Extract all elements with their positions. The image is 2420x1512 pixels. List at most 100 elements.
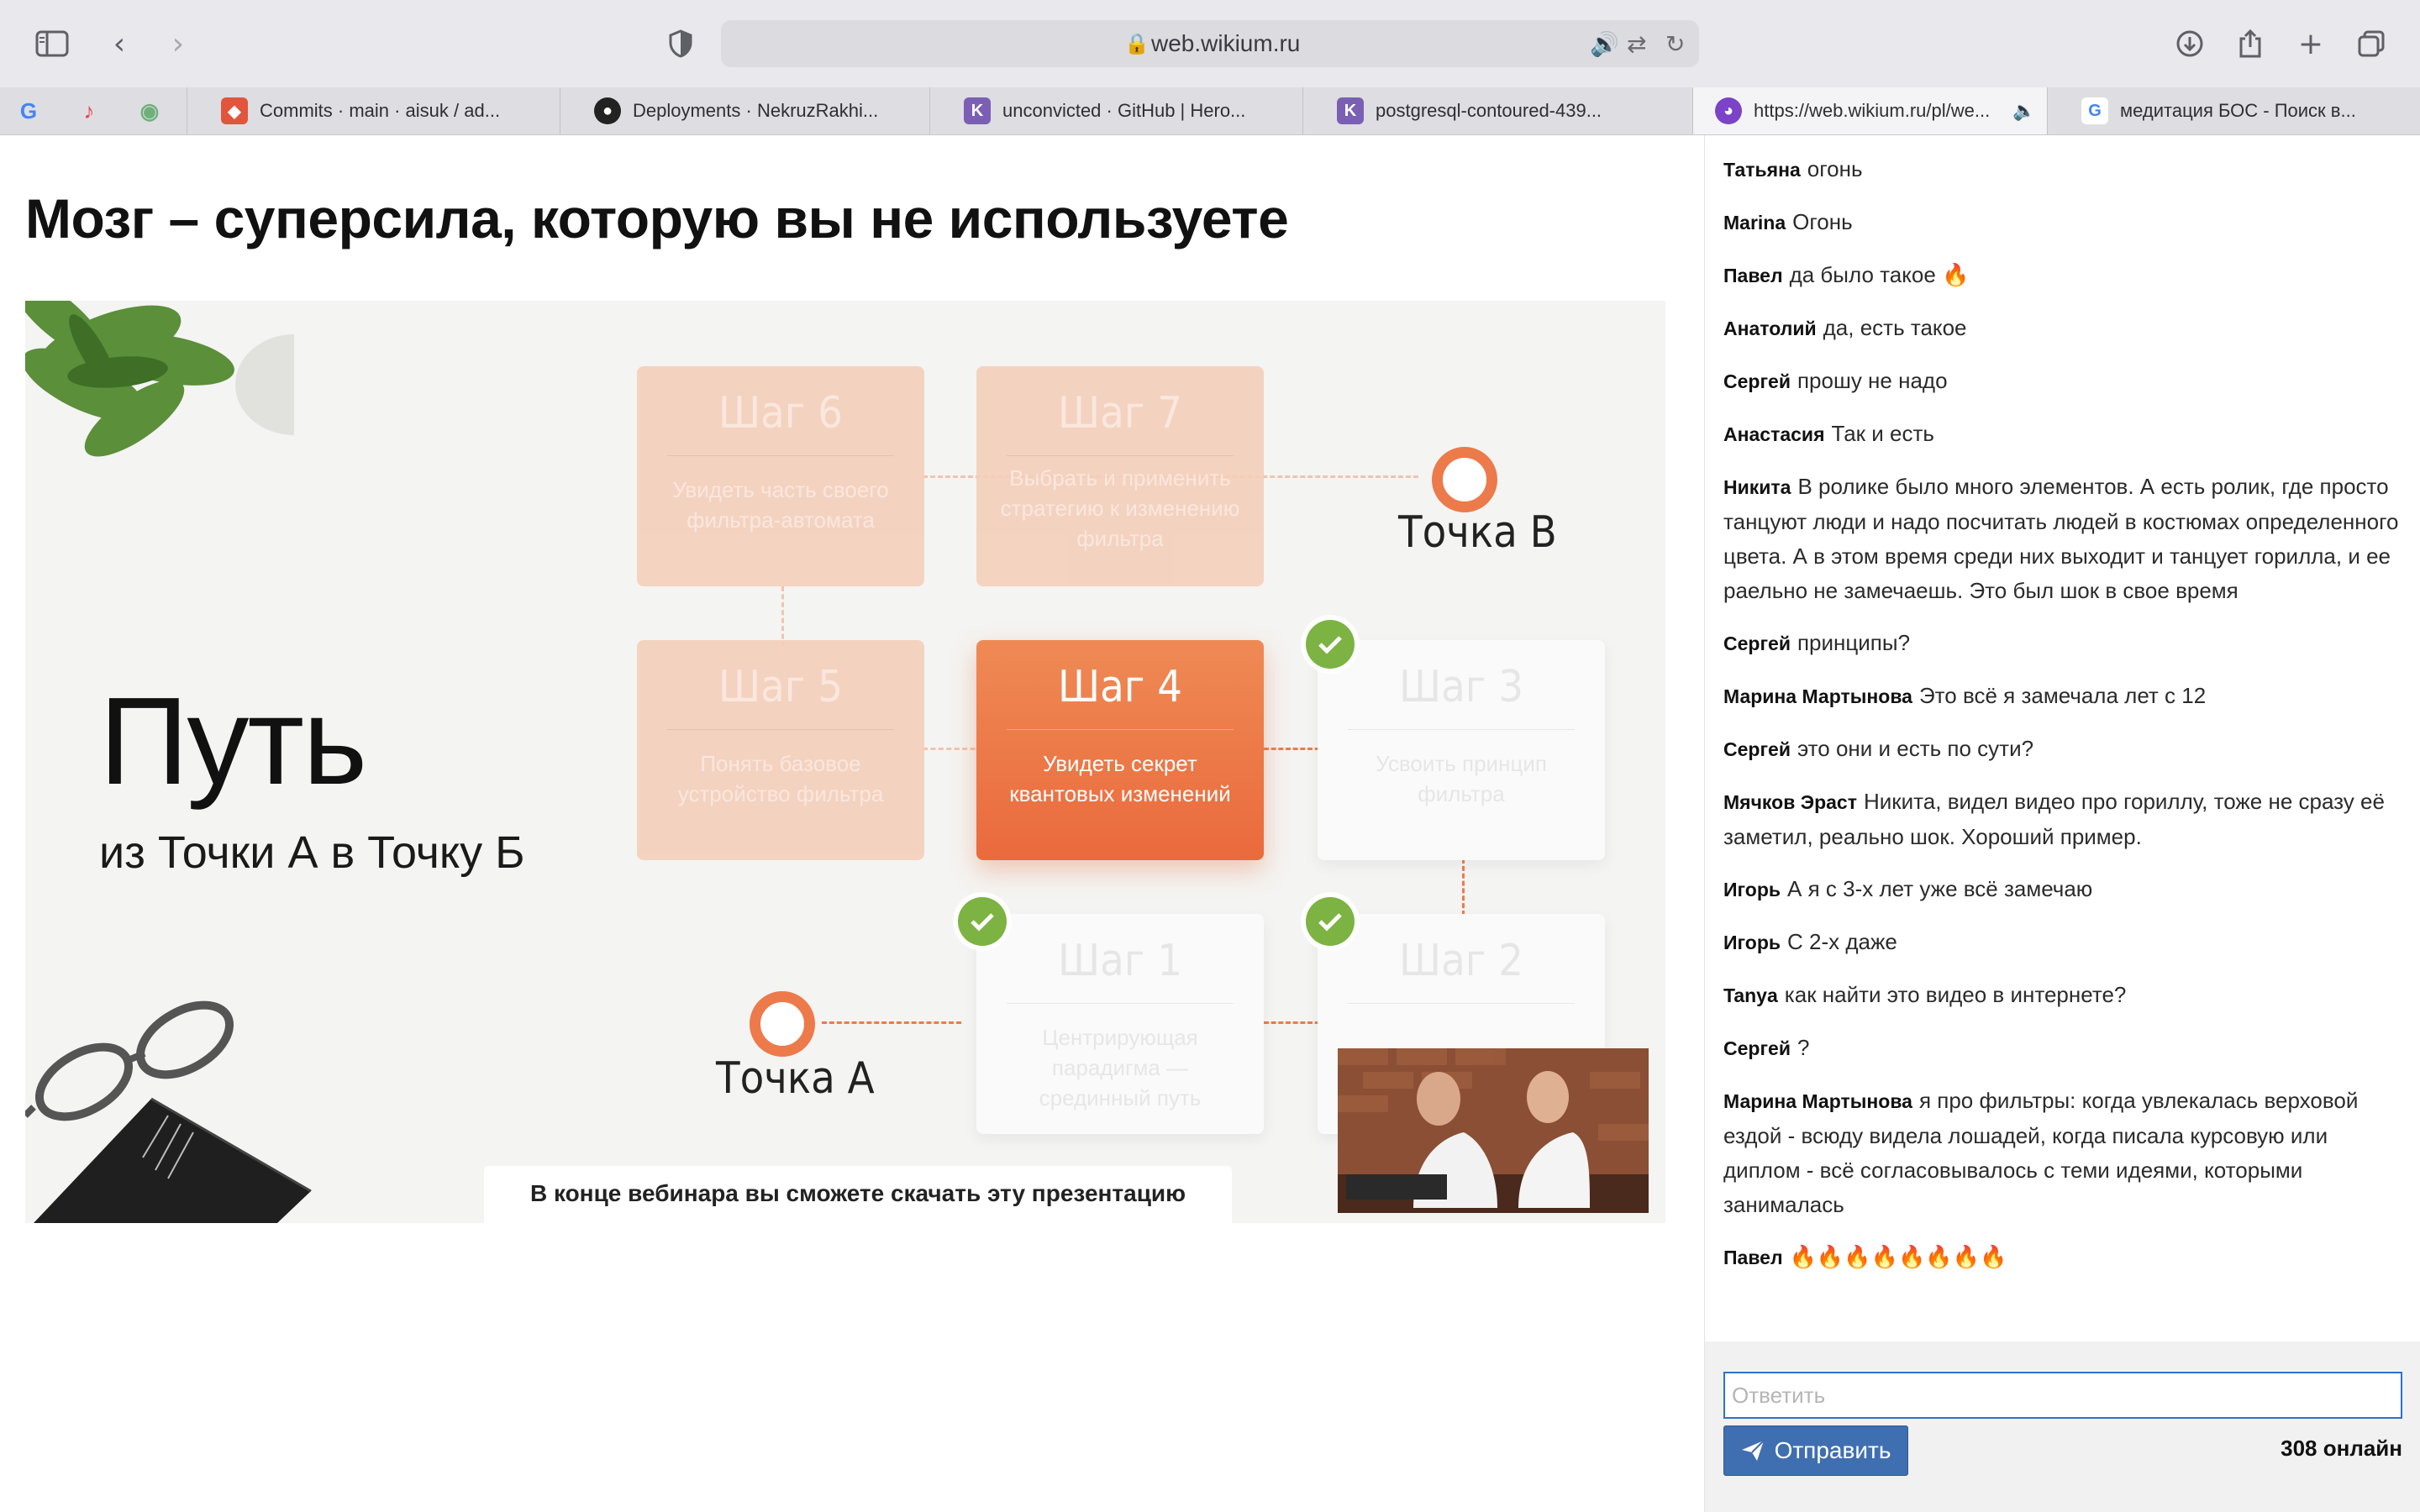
tab-heroku-postgresql[interactable]: K postgresql-contoured-439... bbox=[1302, 87, 1676, 134]
step-title: Шаг 2 bbox=[1348, 936, 1575, 1004]
tab-bar: G ♪ ◉ ◆ Commits · main · aisuk / ad... ●… bbox=[0, 87, 2420, 135]
send-icon bbox=[1741, 1440, 1765, 1461]
connector-line bbox=[1462, 858, 1465, 916]
chat-message: Анатолий да, есть такое bbox=[1723, 311, 2402, 346]
message-text: Огонь bbox=[1792, 209, 1853, 234]
check-icon bbox=[958, 897, 1007, 946]
step-card-3: Шаг 3 Усвоить принцип фильтра bbox=[1318, 640, 1605, 860]
sidebar-toggle-icon[interactable] bbox=[30, 22, 74, 66]
chat-panel: Татьяна огонь Marina Огонь Павел да было та… bbox=[1704, 135, 2420, 1512]
message-author: Марина Мартынова bbox=[1723, 1090, 1912, 1112]
chat-message: Анастасия Так и есть bbox=[1723, 417, 2402, 452]
pinned-tab-google[interactable]: G bbox=[12, 94, 45, 128]
tab-title: медитация БОС - Поиск в... bbox=[2120, 100, 2356, 121]
heroku-icon: K bbox=[964, 97, 991, 124]
step-card-7: Шаг 7 Выбрать и применить стратегию к из… bbox=[976, 366, 1264, 586]
chat-message: Сергей? bbox=[1723, 1031, 2402, 1066]
chat-message: Павел 🔥🔥🔥🔥🔥🔥🔥🔥 bbox=[1723, 1240, 2402, 1275]
downloads-icon[interactable] bbox=[2168, 22, 2212, 66]
wikium-icon: ◕ bbox=[1715, 97, 1742, 124]
tab-wikium-active[interactable]: ◕ https://web.wikium.ru/pl/we... 🔈 bbox=[1692, 87, 2047, 134]
message-author: Сергей bbox=[1723, 370, 1791, 392]
privacy-shield-icon[interactable] bbox=[659, 22, 702, 66]
point-b-label: Точка В bbox=[1398, 507, 1557, 558]
send-button[interactable]: Отправить bbox=[1723, 1425, 1908, 1476]
message-author: Павел bbox=[1723, 1247, 1783, 1268]
tiktok-icon: ♪ bbox=[83, 97, 95, 123]
point-b-marker bbox=[1432, 447, 1497, 512]
connector-line bbox=[923, 748, 983, 750]
tab-github-deployments[interactable]: ● Deployments · NekruzRakhi... bbox=[560, 87, 929, 134]
tab-title: Commits · main · aisuk / ad... bbox=[260, 100, 501, 121]
message-text: как найти это видео в интернете? bbox=[1784, 982, 2127, 1007]
presenter-video[interactable] bbox=[1338, 1048, 1649, 1213]
new-tab-icon[interactable]: + bbox=[2289, 22, 2333, 66]
message-text: В ролике было много элементов. А есть ро… bbox=[1723, 474, 2399, 603]
tab-gitlab-commits[interactable]: ◆ Commits · main · aisuk / ad... bbox=[187, 87, 560, 134]
message-author: Tanya bbox=[1723, 984, 1778, 1006]
step-title: Шаг 4 bbox=[1007, 662, 1234, 730]
chat-message: Мячков Эраст Никита, видел видео про гори… bbox=[1723, 785, 2402, 854]
tab-title: https://web.wikium.ru/pl/we... bbox=[1754, 100, 1991, 121]
message-author: Татьяна bbox=[1723, 159, 1801, 181]
chat-message: Сергей принципы? bbox=[1723, 626, 2402, 661]
connector-line bbox=[822, 1021, 961, 1024]
message-author: Анастасия bbox=[1723, 423, 1825, 445]
chat-message: Никита В ролике было много элементов. А е… bbox=[1723, 470, 2402, 608]
message-text: да, есть такое bbox=[1823, 315, 1967, 340]
app-icon: ◉ bbox=[139, 97, 160, 123]
google-icon: G bbox=[2081, 97, 2108, 124]
tab-heroku-unconvicted[interactable]: K unconvicted · GitHub | Hero... bbox=[929, 87, 1302, 134]
audio-playing-icon[interactable]: 🔊 bbox=[1590, 30, 1619, 58]
check-icon bbox=[1306, 620, 1355, 669]
step-card-4: Шаг 4 Увидеть секрет квантовых изменений bbox=[976, 640, 1264, 860]
chat-message: Татьяна огонь bbox=[1723, 152, 2402, 187]
chat-message: Сергей это они и есть по сути? bbox=[1723, 732, 2402, 767]
message-text: С 2-х даже bbox=[1787, 929, 1897, 954]
lock-icon: 🔒 bbox=[1124, 32, 1150, 55]
address-bar[interactable]: 🔒 web.wikium.ru 🔊 ⇄ ↻ bbox=[721, 20, 1699, 67]
slide-heading: Путь bbox=[99, 672, 367, 811]
gitlab-icon: ◆ bbox=[221, 97, 248, 124]
message-text: Так и есть bbox=[1831, 421, 1934, 446]
plant-decoration bbox=[25, 301, 294, 457]
tab-title: unconvicted · GitHub | Hero... bbox=[1002, 100, 1246, 121]
chat-message: Игорь А я с 3-х лет уже всё замечаю bbox=[1723, 872, 2402, 907]
message-text: ? bbox=[1797, 1035, 1810, 1060]
tab-audio-icon[interactable]: 🔈 bbox=[2012, 101, 2035, 122]
slide-download-note: В конце вебинара вы сможете скачать эту … bbox=[484, 1166, 1232, 1223]
pinned-tab-tiktok[interactable]: ♪ bbox=[72, 94, 106, 128]
step-title: Шаг 5 bbox=[667, 662, 894, 730]
point-a-marker bbox=[750, 991, 815, 1057]
heroku-icon: K bbox=[1337, 97, 1364, 124]
send-label: Отправить bbox=[1774, 1437, 1891, 1463]
reload-icon[interactable]: ↻ bbox=[1665, 30, 1685, 58]
chat-message: Марина Мартынова я про фильтры: когда увл… bbox=[1723, 1084, 2402, 1222]
step-card-1: Шаг 1 Центрирующая парадигма — срединный… bbox=[976, 914, 1264, 1134]
chat-messages[interactable]: Татьяна огонь Marina Огонь Павел да было та… bbox=[1723, 152, 2402, 1293]
back-icon[interactable]: ‹ bbox=[97, 22, 141, 66]
online-count: 308 онлайн bbox=[2281, 1436, 2402, 1461]
point-a-label: Точка А bbox=[716, 1053, 875, 1104]
message-author: Павел bbox=[1723, 265, 1783, 286]
step-description: Выбрать и применить стратегию к изменени… bbox=[1000, 465, 1240, 551]
github-icon: ● bbox=[594, 97, 621, 124]
reply-input[interactable] bbox=[1723, 1372, 2402, 1419]
step-description: Увидеть секрет квантовых изменений bbox=[1009, 751, 1231, 806]
message-text: Это всё я замечала лет с 12 bbox=[1918, 683, 2207, 708]
webinar-slide: Путь из Точки А в Точку Б Шаг 6 Увидеть … bbox=[25, 301, 1665, 1223]
message-text: прошу не надо bbox=[1797, 368, 1948, 393]
share-icon[interactable] bbox=[2228, 22, 2272, 66]
message-author: Игорь bbox=[1723, 932, 1781, 953]
message-author: Сергей bbox=[1723, 1037, 1791, 1059]
glasses-notebook-decoration bbox=[25, 1000, 312, 1223]
tab-overview-icon[interactable] bbox=[2349, 22, 2393, 66]
pinned-tab-app[interactable]: ◉ bbox=[133, 94, 166, 128]
forward-icon[interactable]: › bbox=[156, 22, 200, 66]
message-text: да было такое 🔥 bbox=[1789, 262, 1970, 287]
page-title: Мозг – суперсила, которую вы не использу… bbox=[25, 187, 1289, 249]
tab-google-search[interactable]: G медитация БОС - Поиск в... bbox=[2047, 87, 2420, 134]
message-author: Игорь bbox=[1723, 879, 1781, 900]
translate-icon[interactable]: ⇄ bbox=[1627, 30, 1646, 58]
message-author: Никита bbox=[1723, 476, 1791, 498]
